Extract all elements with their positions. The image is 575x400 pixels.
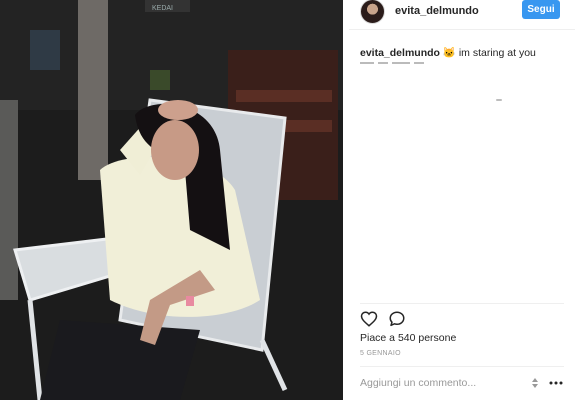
post-side-panel: evita_delmundo Segui evita_delmundo 🐱 im… [349,0,575,400]
avatar[interactable] [360,0,385,24]
photo-illustration: KEDAI [0,0,343,400]
post-header: evita_delmundo Segui [349,0,575,30]
follow-button[interactable]: Segui [522,0,560,19]
photo-sign-text: KEDAI [152,5,173,12]
caption: evita_delmundo 🐱 im staring at you [360,46,565,60]
heart-icon[interactable] [360,310,378,328]
comment-divider [360,366,564,367]
caption-overflow-line [360,62,450,67]
likes-count[interactable]: Piace a 540 persone [360,332,456,344]
comment-placeholder-dash [496,99,502,101]
sort-arrows-icon[interactable] [529,376,541,390]
more-dots-icon[interactable] [549,380,563,386]
username-link[interactable]: evita_delmundo [395,5,479,17]
comment-input[interactable] [360,374,520,392]
post-date: 5 GENNAIO [360,350,401,357]
caption-username[interactable]: evita_delmundo [360,47,440,59]
caption-text: 🐱 im staring at you [442,47,536,59]
post-photo[interactable]: KEDAI [0,0,343,400]
actions-divider [360,303,564,304]
comment-icon[interactable] [388,310,406,328]
